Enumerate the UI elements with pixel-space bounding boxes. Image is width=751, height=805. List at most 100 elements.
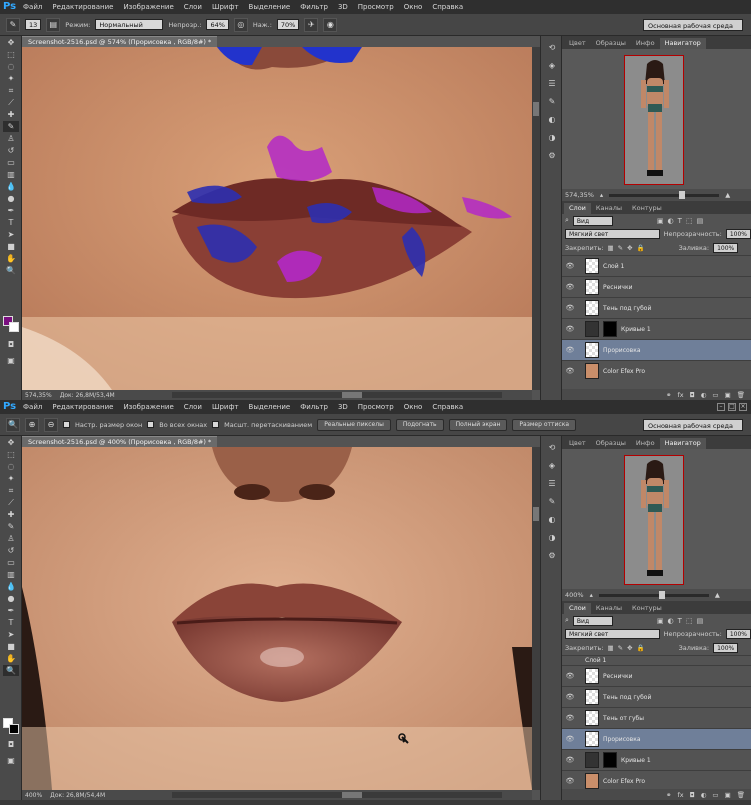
marquee-tool-icon[interactable]: ⬚ [3,49,19,60]
filter-shape-icon[interactable]: ⬚ [686,617,693,625]
zoom-slider-knob[interactable] [658,590,665,599]
background-color-swatch[interactable] [9,322,19,332]
move-tool-icon[interactable]: ✥ [3,37,19,48]
menu-select[interactable]: Выделение [244,0,296,14]
crop-tool-icon[interactable]: ⌗ [3,485,19,496]
visibility-eye-icon[interactable]: 👁 [565,304,575,312]
zoom-tool-icon[interactable]: 🔍 [6,417,20,432]
zoom-in-icon[interactable]: ▲ [725,191,730,199]
path-select-tool-icon[interactable]: ➤ [3,229,19,240]
document-tab[interactable]: Screenshot-2516.psd @ 574% (Прорисовка ,… [22,36,218,47]
zoom-in-icon[interactable]: ▲ [715,591,720,599]
properties-icon[interactable]: ☰ [545,478,559,490]
properties-icon[interactable]: ☰ [545,78,559,90]
quick-select-tool-icon[interactable]: ✦ [3,73,19,84]
layer-opacity-field[interactable]: 100% [725,229,751,239]
tab-navigator[interactable]: Навигатор [659,38,706,49]
pressure-size-icon[interactable]: ◉ [323,17,338,32]
move-tool-icon[interactable]: ✥ [3,437,19,448]
layer-filter-select[interactable]: Вид [572,615,613,626]
healing-tool-icon[interactable]: ✚ [3,109,19,120]
stamp-tool-icon[interactable]: ♙ [3,133,19,144]
visibility-eye-icon[interactable]: 👁 [565,714,575,722]
menu-image[interactable]: Изображение [118,400,178,414]
tab-color[interactable]: Цвет [564,438,591,449]
filter-adjust-icon[interactable]: ◐ [668,617,674,625]
history-icon[interactable]: ⟲ [545,442,559,454]
hand-tool-icon[interactable]: ✋ [3,253,19,264]
visibility-eye-icon[interactable]: 👁 [565,777,575,785]
layer-name[interactable]: Реснички [603,284,633,291]
layer-row[interactable]: 👁 Реснички [562,276,751,297]
layer-row-selected[interactable]: 👁 Прорисовка [562,339,751,360]
lock-all-icon[interactable]: 🔒 [637,644,645,652]
horizontal-scroll-thumb[interactable] [342,792,362,798]
minimize-icon[interactable]: – [717,403,725,411]
clone-source-icon[interactable]: ◐ [545,114,559,126]
navigator-zoom-value[interactable]: 400% [565,591,584,599]
dodge-tool-icon[interactable]: ● [3,593,19,604]
blend-mode-select[interactable]: Мягкий свет [565,229,660,239]
blend-mode-select[interactable]: Мягкий свет [565,629,660,639]
lock-move-icon[interactable]: ✥ [627,244,632,252]
background-color-swatch[interactable] [9,724,19,734]
workspace-select[interactable]: Основная рабочая среда [643,19,743,31]
lock-brush-icon[interactable]: ✎ [618,244,623,252]
menu-window[interactable]: Окно [399,0,428,14]
layer-row-selected[interactable]: 👁 Прорисовка [562,728,751,749]
new-layer-icon[interactable]: ▣ [725,791,731,799]
mode-select[interactable]: Нормальный [95,19,164,30]
navigator-preview[interactable] [562,449,751,589]
layer-mask-thumbnail[interactable] [603,321,617,337]
menu-view[interactable]: Просмотр [353,400,399,414]
gradient-tool-icon[interactable]: ▥ [3,169,19,180]
layer-name[interactable]: Прорисовка [603,347,641,354]
lock-all-icon[interactable]: 🔒 [637,244,645,252]
layer-name[interactable]: Прорисовка [603,736,641,743]
layer-name[interactable]: Тень от губы [603,715,644,722]
layer-name[interactable]: Color Efex Pro [603,368,645,375]
menu-edit[interactable]: Редактирование [47,0,118,14]
link-layers-icon[interactable]: ⚭ [666,391,671,399]
layer-name[interactable]: Color Efex Pro [603,778,645,785]
menu-file[interactable]: Файл [18,0,47,14]
flow-field[interactable]: 70% [276,19,300,30]
stamp-tool-icon[interactable]: ♙ [3,533,19,544]
tab-info[interactable]: Инфо [631,38,660,49]
link-layers-icon[interactable]: ⚭ [666,791,671,799]
layer-row[interactable]: 👁 Кривые 1 [562,749,751,770]
new-adjustment-icon[interactable]: ◐ [701,791,707,799]
quick-select-tool-icon[interactable]: ✦ [3,473,19,484]
maximize-icon[interactable]: □ [728,403,736,411]
zoom-in-icon[interactable]: ⊕ [25,417,39,432]
zoom-tool-icon[interactable]: 🔍 [3,265,19,276]
fx-icon[interactable]: fx [677,391,683,399]
eyedropper-tool-icon[interactable]: ⟋ [3,97,19,108]
vertical-scroll-thumb[interactable] [533,507,539,521]
delete-layer-icon[interactable]: 🗑 [737,391,745,399]
shape-tool-icon[interactable]: ■ [3,241,19,252]
brush-tool-icon[interactable]: ✎ [6,17,20,32]
visibility-eye-icon[interactable]: 👁 [565,262,575,270]
canvas-vertical-scrollbar[interactable] [532,47,540,390]
document-canvas[interactable] [22,447,532,790]
lock-transparent-icon[interactable]: ▦ [607,644,613,652]
filter-adjust-icon[interactable]: ◐ [668,217,674,225]
menu-3d[interactable]: 3D [333,0,353,14]
tab-layers[interactable]: Слои [564,603,591,614]
hand-tool-icon[interactable]: ✋ [3,653,19,664]
layer-fill-field[interactable]: 100% [713,643,739,653]
visibility-eye-icon[interactable]: 👁 [565,367,575,375]
filter-pixel-icon[interactable]: ▣ [657,217,664,225]
new-layer-icon[interactable]: ▣ [725,391,731,399]
crop-tool-icon[interactable]: ⌗ [3,85,19,96]
adjustments-icon[interactable]: ◑ [545,532,559,544]
menu-window[interactable]: Окно [399,400,428,414]
brushes-icon[interactable]: ✎ [545,496,559,508]
tab-paths[interactable]: Контуры [627,203,667,214]
eraser-tool-icon[interactable]: ▭ [3,557,19,568]
delete-layer-icon[interactable]: 🗑 [737,791,745,799]
menu-filter[interactable]: Фильтр [295,400,333,414]
blur-tool-icon[interactable]: 💧 [3,181,19,192]
navigator-thumbnail[interactable] [624,455,684,585]
